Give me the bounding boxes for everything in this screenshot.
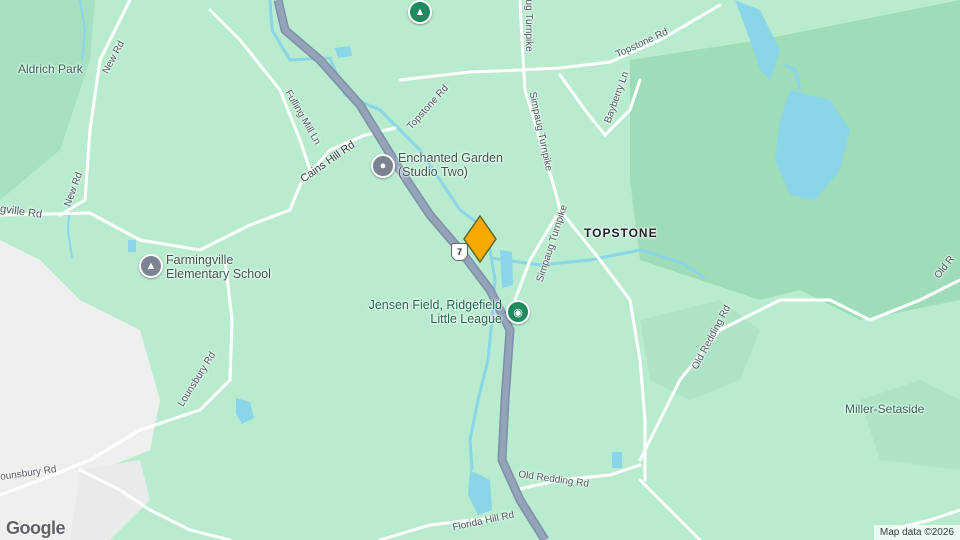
school-icon[interactable]: ▲ <box>139 254 163 278</box>
place-label-topstone[interactable]: TOPSTONE <box>584 226 658 240</box>
map-canvas[interactable]: New Rd New Rd Fulling Mill Ln Cains Hill… <box>0 0 960 540</box>
road-label-simpaug-turnpike-top: Simpaug Turnpike <box>522 0 534 52</box>
poi-school-name-line1: Farmingville <box>166 253 234 267</box>
google-logo: Google <box>6 518 66 538</box>
map-attribution[interactable]: Map data ©2026 <box>873 525 960 540</box>
poi-enchanted-garden-subtitle: (Studio Two) <box>398 165 468 179</box>
poi-jensen-field-line2: Little League <box>430 312 502 326</box>
poi-jensen-field[interactable]: Jensen Field, Ridgefield Little League <box>354 298 502 326</box>
poi-enchanted-garden-name: Enchanted Garden <box>398 151 503 165</box>
poi-enchanted-garden[interactable]: Enchanted Garden (Studio Two) <box>398 151 503 179</box>
us-route-7-shield: 7 <box>451 243 468 261</box>
place-label-aldrich-park[interactable]: Aldrich Park <box>18 62 83 76</box>
poi-school-name-line2: Elementary School <box>166 267 271 281</box>
park-tree-icon[interactable]: ▲ <box>408 0 432 24</box>
sports-field-icon[interactable]: ◉ <box>506 300 530 324</box>
poi-farmingville-elementary-school[interactable]: Farmingville Elementary School <box>166 253 271 281</box>
location-pin-icon[interactable]: ● <box>371 154 395 178</box>
poi-jensen-field-line1: Jensen Field, Ridgefield <box>368 298 502 312</box>
place-label-miller-setaside[interactable]: Miller-Setaside <box>845 402 924 416</box>
